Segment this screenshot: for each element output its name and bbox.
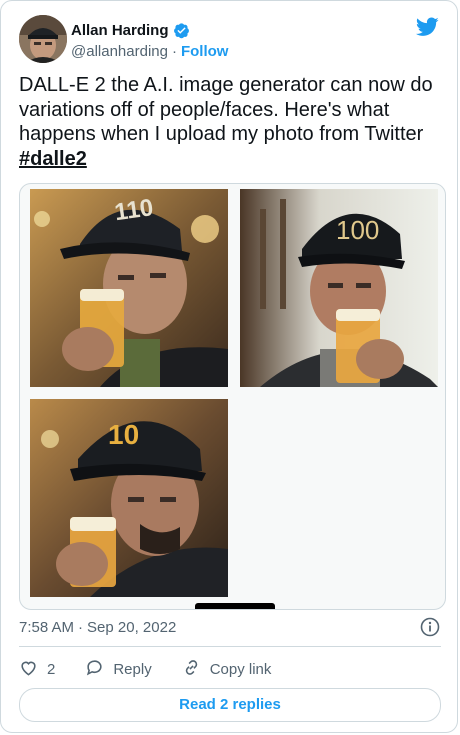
cap-text-1: 110	[113, 194, 155, 226]
heart-icon	[19, 658, 38, 681]
verified-badge-icon	[173, 22, 190, 39]
hashtag-link[interactable]: #dalle2	[19, 148, 87, 170]
reply-button[interactable]: Reply	[85, 658, 152, 681]
like-count: 2	[47, 660, 56, 678]
action-bar: 2 Reply Copy link	[19, 657, 301, 681]
meta-separator: ·	[78, 619, 84, 636]
avatar[interactable]	[19, 15, 67, 63]
copy-link-button[interactable]: Copy link	[182, 658, 272, 681]
tweet-body: DALL-E 2 the A.I. image generator can no…	[19, 74, 433, 145]
handle-row: @allanharding · Follow	[71, 43, 228, 60]
twitter-bird-icon[interactable]	[415, 17, 439, 37]
author-info: Allan Harding @allanharding · Follow	[71, 21, 228, 61]
author-name-row: Allan Harding	[71, 21, 228, 39]
tweet-time: 7:58 AM	[19, 619, 75, 636]
reply-label: Reply	[113, 660, 152, 678]
cap-text-3: 10	[108, 419, 139, 450]
follow-button[interactable]: Follow	[181, 43, 229, 60]
cap-text-2: 100	[336, 215, 379, 245]
author-name[interactable]: Allan Harding	[71, 22, 169, 39]
tweet-date: Sep 20, 2022	[87, 619, 177, 636]
author-handle[interactable]: @allanharding	[71, 43, 168, 60]
media-scroll-indicator	[195, 603, 275, 609]
media-image-1[interactable]: 110	[30, 189, 228, 387]
copy-link-label: Copy link	[209, 660, 272, 678]
tweet-header: Allan Harding @allanharding · Follow	[19, 15, 439, 63]
reply-bubble-icon	[85, 658, 104, 681]
handle-separator: ·	[171, 43, 177, 60]
tweet-timestamp[interactable]: 7:58 AM · Sep 20, 2022	[19, 619, 176, 636]
link-icon	[182, 658, 201, 681]
media-grid: 110 100 10	[19, 183, 446, 610]
media-image-3[interactable]: 10	[30, 399, 228, 597]
read-replies-button[interactable]: Read 2 replies	[19, 688, 441, 722]
tweet-text: DALL-E 2 the A.I. image generator can no…	[19, 73, 443, 171]
tweet-card: Allan Harding @allanharding · Follow DAL	[0, 0, 458, 733]
divider	[19, 646, 441, 647]
media-image-2[interactable]: 100	[240, 189, 438, 387]
like-button[interactable]: 2	[19, 658, 55, 681]
info-icon[interactable]	[420, 617, 440, 637]
